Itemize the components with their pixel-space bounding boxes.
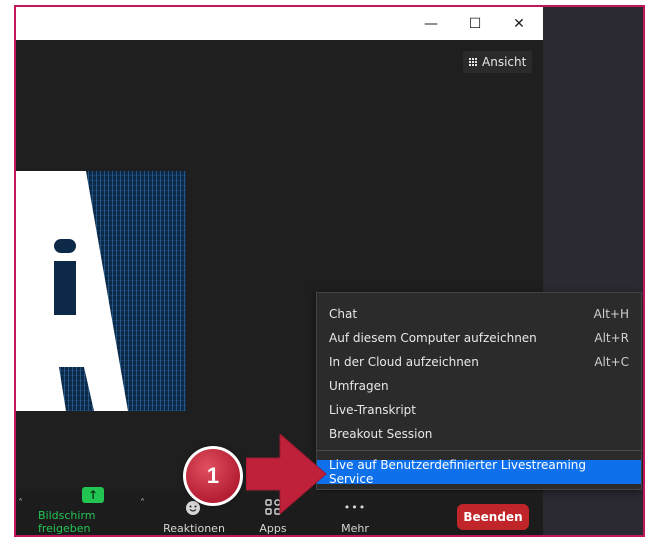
minimize-icon: — (424, 15, 438, 32)
grid-icon (469, 57, 478, 67)
menu-divider (317, 450, 641, 451)
maximize-icon: ☐ (468, 15, 482, 32)
menu-item-shortcut: Alt+C (594, 355, 629, 369)
menu-item-record-local[interactable]: Auf diesem Computer aufzeichnen Alt+R (317, 326, 641, 350)
menu-item-label: Breakout Session (329, 427, 433, 441)
menu-item-label: In der Cloud aufzeichnen (329, 355, 479, 369)
menu-item-label: Live auf Benutzerdefinierter Livestreami… (329, 458, 587, 486)
apps-label: Apps (259, 522, 287, 535)
shared-video-tile (16, 171, 186, 411)
more-dots-icon: ••• (343, 500, 367, 514)
more-label: Mehr (341, 522, 369, 535)
menu-item-chat[interactable]: Chat Alt+H (317, 302, 641, 326)
step-number-callout: 1 (183, 446, 243, 506)
maximize-button[interactable]: ☐ (453, 7, 497, 40)
share-screen-button[interactable]: ↑ Bildschirm freigeben (38, 487, 148, 535)
step-number: 1 (186, 449, 240, 503)
menu-item-shortcut: Alt+R (594, 331, 629, 345)
chevron-up-icon[interactable]: ˄ (18, 498, 23, 509)
menu-item-shortcut: Alt+H (593, 307, 629, 321)
more-button[interactable]: ••• Mehr (330, 492, 380, 536)
reactions-label: Reaktionen (163, 522, 225, 535)
menu-item-polls[interactable]: Umfragen (317, 374, 641, 398)
red-arrow-annotation (246, 434, 327, 514)
share-screen-label: Bildschirm freigeben (38, 509, 96, 535)
menu-item-record-cloud[interactable]: In der Cloud aufzeichnen Alt+C (317, 350, 641, 374)
more-menu: Chat Alt+H Auf diesem Computer aufzeichn… (316, 292, 642, 490)
menu-item-label: Live-Transkript (329, 403, 416, 417)
menu-item-label: Umfragen (329, 379, 389, 393)
view-button[interactable]: Ansicht (463, 51, 533, 73)
menu-item-live-custom-streaming[interactable]: Live auf Benutzerdefinierter Livestreami… (317, 458, 641, 486)
close-button[interactable]: ✕ (497, 7, 541, 40)
logo-letter-graphic (16, 171, 128, 411)
menu-item-label: Chat (329, 307, 358, 321)
share-options-chevron-icon[interactable]: ˄ (140, 498, 145, 509)
share-screen-icon: ↑ (82, 487, 104, 503)
minimize-button[interactable]: — (409, 7, 453, 40)
app-window: — ☐ ✕ Ansicht Chat Alt+H Auf diesem Comp… (14, 5, 645, 537)
end-meeting-button[interactable]: Beenden (457, 504, 529, 530)
view-button-label: Ansicht (482, 55, 527, 69)
title-bar: — ☐ ✕ (16, 7, 543, 40)
menu-item-live-transcript[interactable]: Live-Transkript (317, 398, 641, 422)
menu-item-label: Auf diesem Computer aufzeichnen (329, 331, 537, 345)
close-icon: ✕ (513, 15, 525, 32)
menu-item-breakout[interactable]: Breakout Session (317, 422, 641, 446)
